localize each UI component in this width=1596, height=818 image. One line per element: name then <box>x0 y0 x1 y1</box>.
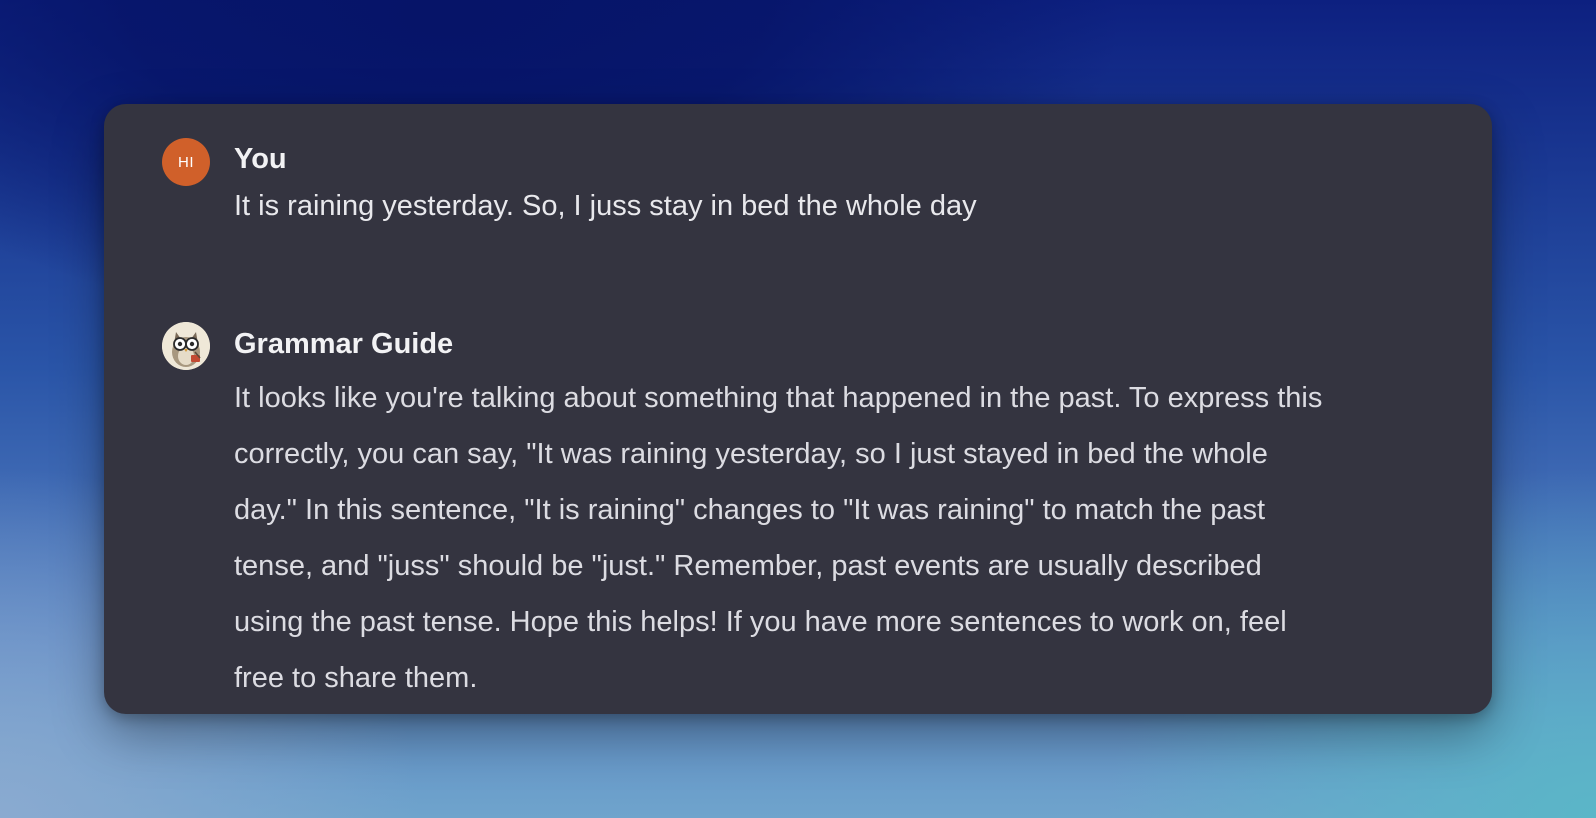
assistant-message-text: It looks like you're talking about somet… <box>234 382 1323 694</box>
user-message-text: It is raining yesterday. So, I juss stay… <box>234 190 977 222</box>
user-avatar: HI <box>162 138 210 186</box>
user-name: You <box>234 143 287 175</box>
user-avatar-initials: HI <box>178 153 194 171</box>
user-message: HI You It is raining yesterday. So, I ju… <box>162 138 1434 232</box>
assistant-message: Grammar Guide It looks like you're talki… <box>162 322 1434 706</box>
user-message-body: You It is raining yesterday. So, I juss … <box>234 138 1434 232</box>
owl-teacher-icon <box>162 322 210 370</box>
assistant-message-body: Grammar Guide It looks like you're talki… <box>234 322 1434 706</box>
chat-card: HI You It is raining yesterday. So, I ju… <box>104 104 1492 714</box>
assistant-name: Grammar Guide <box>234 328 454 360</box>
